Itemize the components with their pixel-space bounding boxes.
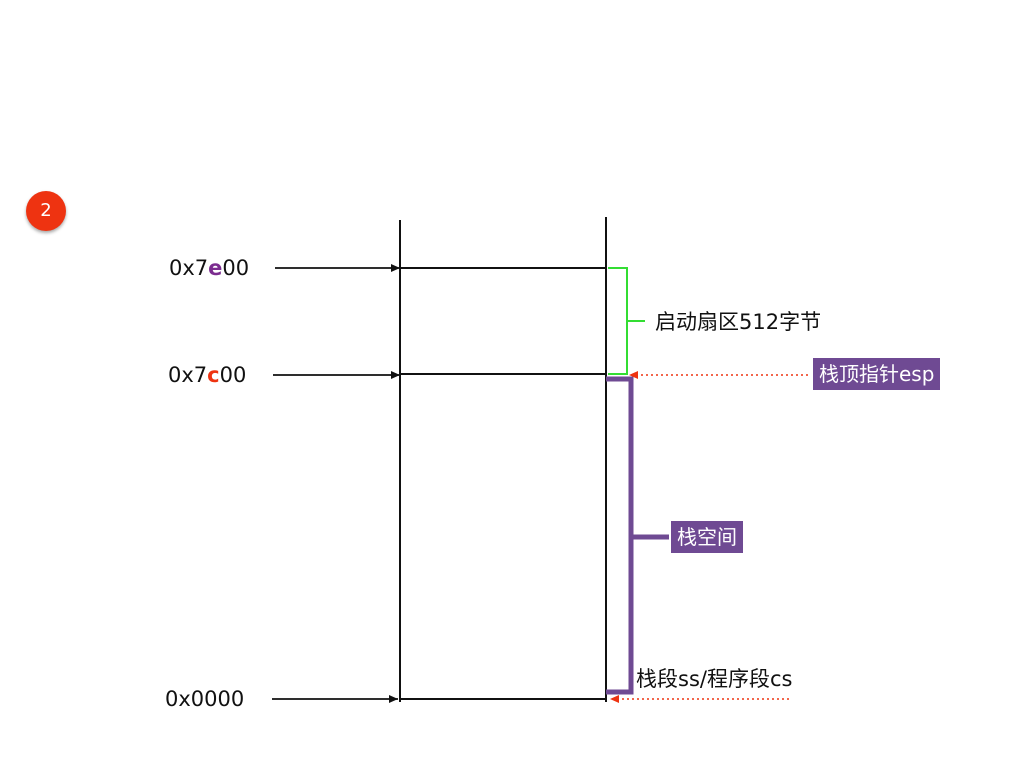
address-label-7c00: 0x7c00: [168, 363, 246, 387]
stack-space-tag: 栈空间: [671, 521, 743, 553]
segment-label: 栈段ss/程序段cs: [636, 667, 793, 691]
address-suffix: 00: [219, 363, 247, 387]
boot-sector-bracket: [608, 267, 628, 375]
address-label-0000: 0x0000: [165, 687, 244, 711]
address-prefix: 0x7: [169, 256, 209, 280]
address-highlight: c: [207, 363, 220, 387]
stack-space-bracket: [606, 376, 634, 695]
address-prefix: 0x7: [168, 363, 208, 387]
address-prefix: 0x0000: [165, 687, 245, 711]
boot-sector-label: 启动扇区512字节: [655, 310, 822, 334]
address-suffix: 00: [222, 256, 250, 280]
address-label-7e00: 0x7e00: [169, 256, 249, 280]
stack-top-pointer-tag: 栈顶指针esp: [813, 358, 941, 390]
address-highlight: e: [208, 256, 223, 280]
